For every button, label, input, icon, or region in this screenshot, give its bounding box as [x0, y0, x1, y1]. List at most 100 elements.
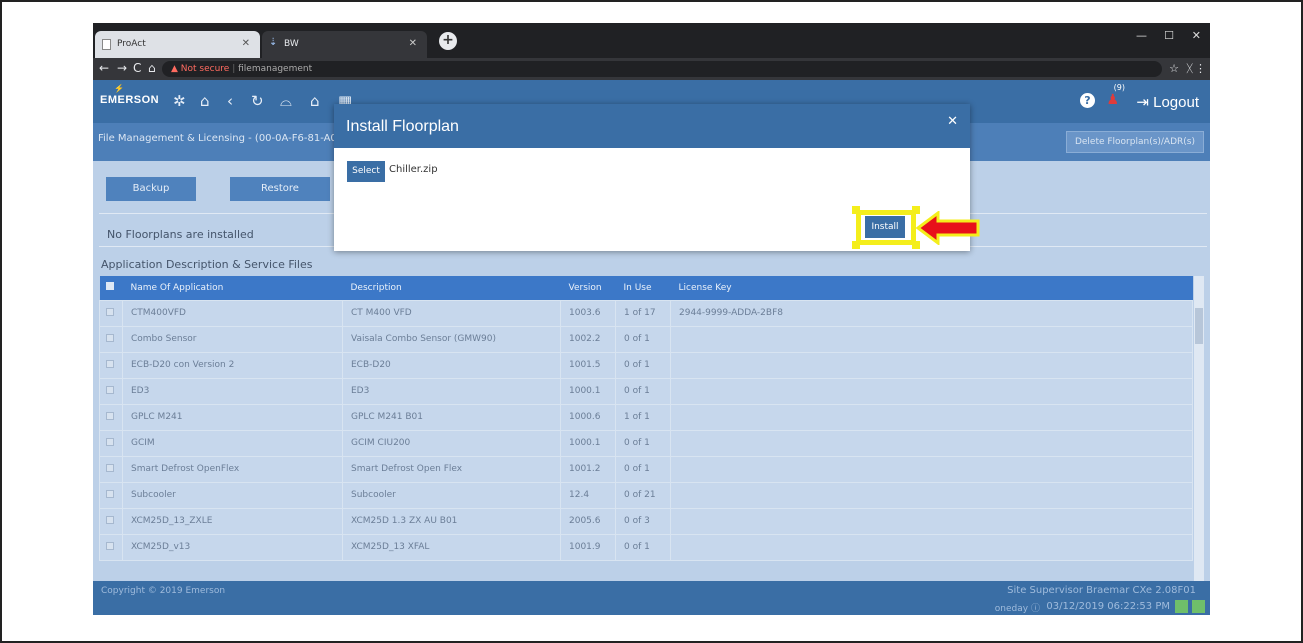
tab-bw[interactable]: ⇣ BW ✕	[262, 31, 427, 58]
table-cell: 2944-9999-ADDA-2BF8	[670, 299, 1193, 327]
table-cell: 1001.2	[560, 455, 616, 483]
highlight-handle	[852, 241, 860, 249]
table-cell	[670, 351, 1193, 379]
info-icon: ⓘ	[1030, 604, 1040, 614]
row-checkbox-cell	[99, 403, 123, 431]
extension-icon[interactable]: ᚷ	[1186, 62, 1193, 75]
refresh-icon[interactable]: ↻	[251, 92, 264, 110]
minimize-icon[interactable]: —	[1136, 29, 1147, 42]
close-window-icon[interactable]: ✕	[1192, 29, 1201, 42]
table-cell: GPLC M241 B01	[342, 403, 561, 431]
row-checkbox[interactable]	[106, 515, 114, 524]
table-cell: Subcooler	[342, 481, 561, 509]
table-cell: 0 of 3	[615, 507, 671, 535]
table-row[interactable]: ECB-D20 con Version 2 ECB-D20 1001.5 0 of 1	[99, 351, 1193, 379]
row-checkbox[interactable]	[106, 359, 114, 368]
highlight-handle	[852, 206, 860, 214]
home-icon[interactable]: ⌂	[200, 92, 210, 110]
table-cell: XCM25D_v13	[122, 533, 343, 561]
table-cell: Smart Defrost Open Flex	[342, 455, 561, 483]
star-icon[interactable]: ☆	[1169, 62, 1179, 75]
row-checkbox[interactable]	[106, 333, 114, 342]
home-icon[interactable]: ⌂	[148, 61, 156, 75]
datetime: 03/12/2019 06:22:53 PM	[1046, 601, 1170, 612]
row-checkbox[interactable]	[106, 489, 114, 498]
back-icon[interactable]: ‹	[227, 92, 233, 110]
reload-icon[interactable]: C	[133, 61, 141, 75]
bell-icon[interactable]: ♟	[1106, 92, 1119, 108]
select-file-button[interactable]: Select	[347, 161, 385, 182]
table-cell: 2005.6	[560, 507, 616, 535]
footer: Copyright © 2019 Emerson Site Supervisor…	[93, 581, 1210, 615]
emerson-logo: ⚡ EMERSON	[100, 84, 160, 106]
row-checkbox[interactable]	[106, 411, 114, 420]
gear-icon[interactable]: ✲	[173, 92, 186, 110]
table-cell: Subcooler	[122, 481, 343, 509]
store-icon[interactable]: ⌂	[310, 92, 320, 110]
table-cell: 1002.2	[560, 325, 616, 353]
logout-button[interactable]: ⇥ Logout	[1136, 93, 1199, 111]
table-cell: Combo Sensor	[122, 325, 343, 353]
table-cell: 1 of 17	[615, 299, 671, 327]
close-icon[interactable]: ✕	[947, 114, 958, 129]
row-checkbox[interactable]	[106, 463, 114, 472]
row-checkbox-cell	[99, 429, 123, 457]
column-header[interactable]: Description	[342, 276, 561, 300]
table-cell: Smart Defrost OpenFlex	[122, 455, 343, 483]
table-row[interactable]: GCIM GCIM CIU200 1000.1 0 of 1	[99, 429, 1193, 457]
table-row[interactable]: ED3 ED3 1000.1 0 of 1	[99, 377, 1193, 405]
menu-icon[interactable]: ⋮	[1195, 62, 1206, 75]
scrollbar-thumb[interactable]	[1195, 308, 1203, 344]
page-icon	[102, 39, 111, 50]
table-row[interactable]: XCM25D_13_ZXLE XCM25D 1.3 ZX AU B01 2005.6…	[99, 507, 1193, 535]
table-row[interactable]: GPLC M241 GPLC M241 B01 1000.6 1 of 1	[99, 403, 1193, 431]
no-floorplans-text: No Floorplans are installed	[107, 228, 254, 241]
status-indicator	[1192, 600, 1205, 613]
delete-floorplans-button[interactable]: Delete Floorplan(s)/ADR(s)	[1065, 131, 1204, 153]
row-checkbox-cell	[99, 481, 123, 509]
row-checkbox-cell	[99, 455, 123, 483]
table-row[interactable]: Smart Defrost OpenFlex Smart Defrost Open…	[99, 455, 1193, 483]
close-tab-icon[interactable]: ✕	[242, 38, 250, 49]
table-cell: ECB-D20	[342, 351, 561, 379]
tab-proact[interactable]: ProAct ✕	[95, 31, 260, 58]
table-cell: XCM25D_13_ZXLE	[122, 507, 343, 535]
table-cell: 0 of 1	[615, 325, 671, 353]
forward-icon[interactable]: →	[117, 61, 127, 75]
close-tab-icon[interactable]: ✕	[409, 38, 417, 49]
column-header[interactable]: Version	[560, 276, 616, 300]
table-row[interactable]: Combo Sensor Vaisala Combo Sensor (GMW90)…	[99, 325, 1193, 353]
graduation-icon[interactable]: ⌓	[280, 92, 292, 110]
restore-button[interactable]: Restore	[230, 177, 330, 201]
row-checkbox[interactable]	[106, 541, 114, 550]
column-header[interactable]: Name Of Application	[122, 276, 343, 300]
row-checkbox[interactable]	[106, 437, 114, 446]
applications-table: Name Of Application Description Version …	[99, 276, 1204, 581]
highlight-box	[856, 210, 916, 245]
url-field[interactable]: ▲ Not secure | filemanagement	[162, 61, 1162, 77]
warning-icon: ▲	[171, 64, 178, 74]
scrollbar[interactable]	[1194, 276, 1204, 581]
selected-file-name: Chiller.zip	[389, 164, 438, 175]
table-cell	[670, 455, 1193, 483]
back-icon[interactable]: ←	[99, 61, 109, 75]
row-checkbox[interactable]	[106, 307, 114, 316]
row-checkbox-cell	[99, 325, 123, 353]
security-label: Not secure	[180, 64, 230, 74]
column-header[interactable]: License Key	[670, 276, 1193, 300]
table-cell: ED3	[122, 377, 343, 405]
backup-button[interactable]: Backup	[106, 177, 196, 201]
maximize-icon[interactable]: ☐	[1164, 29, 1174, 42]
table-row[interactable]: XCM25D_v13 XCM25D_13 XFAL 1001.9 0 of 1	[99, 533, 1193, 561]
row-checkbox[interactable]	[106, 385, 114, 394]
table-row[interactable]: CTM400VFD CT M400 VFD 1003.6 1 of 17 2944-99…	[99, 299, 1193, 327]
new-tab-button[interactable]: +	[439, 32, 457, 50]
table-cell	[670, 325, 1193, 353]
column-header[interactable]: In Use	[615, 276, 671, 300]
help-icon[interactable]: ?	[1080, 93, 1095, 108]
table-cell	[670, 481, 1193, 509]
row-checkbox-cell	[99, 299, 123, 327]
table-row[interactable]: Subcooler Subcooler 12.4 0 of 21	[99, 481, 1193, 509]
table-cell: 1000.1	[560, 377, 616, 405]
select-all-checkbox[interactable]	[105, 282, 114, 291]
